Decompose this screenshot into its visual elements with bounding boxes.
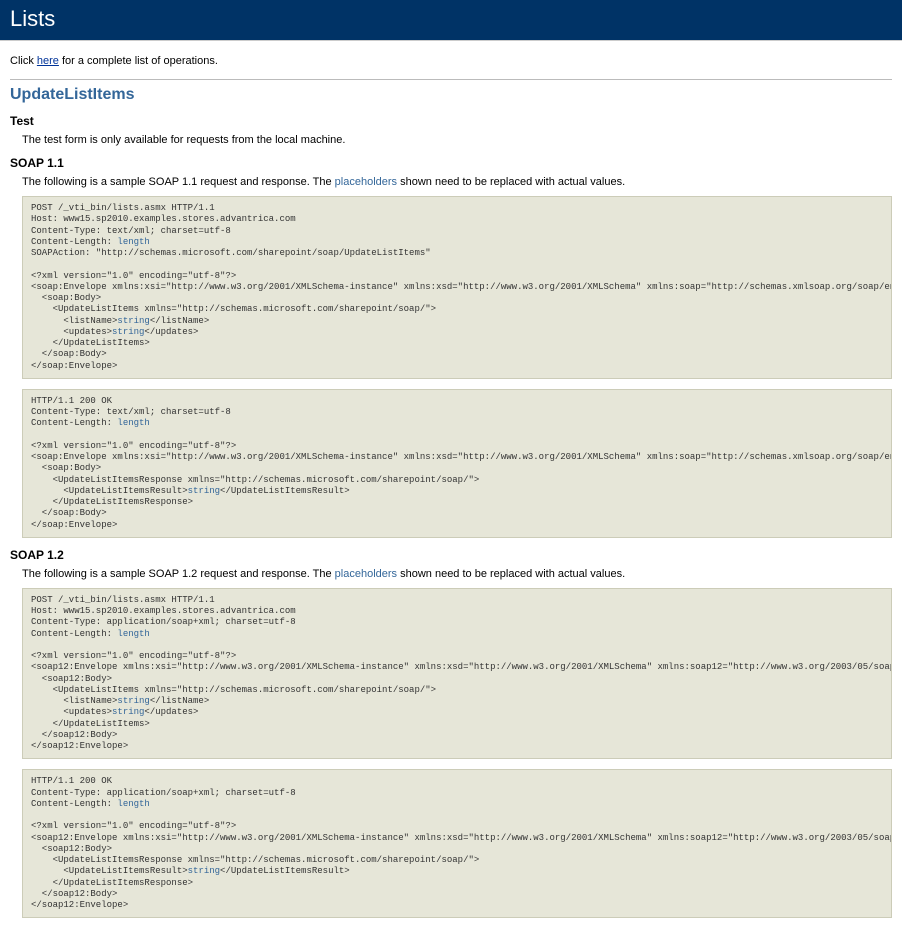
soap12-heading: SOAP 1.2 [10, 548, 892, 562]
placeholder-value: length [117, 418, 149, 428]
placeholder-text: placeholders [335, 568, 397, 580]
soap12-response-code: HTTP/1.1 200 OK Content-Type: applicatio… [22, 769, 892, 918]
soap12-desc-prefix: The following is a sample SOAP 1.2 reque… [22, 568, 335, 580]
operations-link[interactable]: here [37, 55, 59, 67]
placeholder-value: string [112, 707, 144, 717]
placeholder-value: length [117, 629, 149, 639]
operation-name: UpdateListItems [10, 86, 892, 104]
placeholder-value: string [112, 327, 144, 337]
test-desc: The test form is only available for requ… [22, 134, 892, 146]
placeholder-value: length [117, 799, 149, 809]
soap11-request-code: POST /_vti_bin/lists.asmx HTTP/1.1 Host:… [22, 196, 892, 379]
page-title: Lists [0, 0, 902, 41]
divider [10, 79, 892, 80]
placeholder-text: placeholders [335, 176, 397, 188]
soap11-desc-prefix: The following is a sample SOAP 1.1 reque… [22, 176, 335, 188]
soap11-desc-suffix: shown need to be replaced with actual va… [397, 176, 625, 188]
placeholder-value: string [117, 316, 149, 326]
soap12-desc-suffix: shown need to be replaced with actual va… [397, 568, 625, 580]
soap12-request-code: POST /_vti_bin/lists.asmx HTTP/1.1 Host:… [22, 588, 892, 760]
soap11-heading: SOAP 1.1 [10, 156, 892, 170]
content-area: Click here for a complete list of operat… [0, 41, 902, 938]
placeholder-value: length [117, 237, 149, 247]
soap12-desc: The following is a sample SOAP 1.2 reque… [22, 568, 892, 580]
test-heading: Test [10, 114, 892, 128]
placeholder-value: string [117, 696, 149, 706]
placeholder-value: string [188, 866, 220, 876]
soap11-response-code: HTTP/1.1 200 OK Content-Type: text/xml; … [22, 389, 892, 538]
placeholder-value: string [188, 486, 220, 496]
soap11-desc: The following is a sample SOAP 1.1 reque… [22, 176, 892, 188]
intro-prefix: Click [10, 55, 37, 67]
intro-suffix: for a complete list of operations. [59, 55, 218, 67]
intro-text: Click here for a complete list of operat… [10, 55, 892, 67]
